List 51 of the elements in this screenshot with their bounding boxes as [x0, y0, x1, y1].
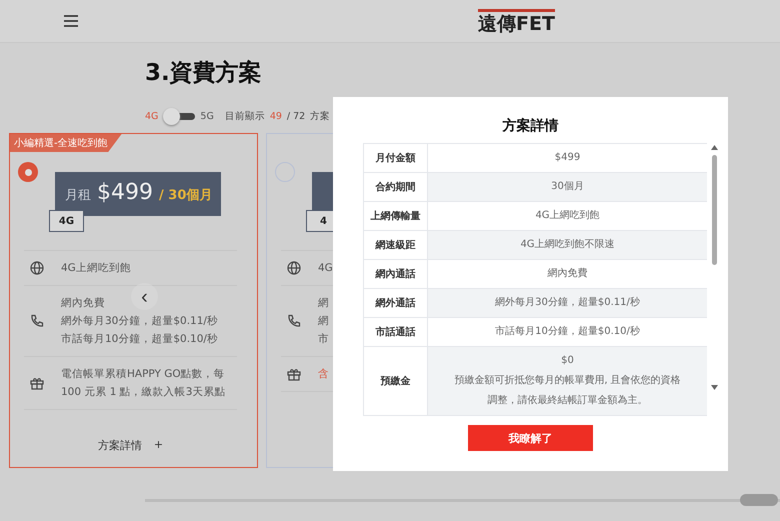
- row-label: 月付金額: [364, 144, 428, 172]
- network-option: 5G: [200, 111, 214, 122]
- confirm-button[interactable]: 我瞭解了: [468, 425, 593, 451]
- row-value: $499: [428, 144, 708, 172]
- showing-label: 目前顯示: [224, 110, 265, 123]
- feature-text: 4G上網吃到飽: [61, 261, 131, 276]
- radio-button[interactable]: [275, 162, 295, 182]
- price-label: 月租: [65, 187, 91, 204]
- phone-icon: [30, 314, 44, 328]
- feature-text: 網內免費: [61, 296, 105, 311]
- menu-icon[interactable]: [64, 15, 78, 27]
- radio-button[interactable]: [18, 162, 38, 182]
- network-option: 4G: [145, 111, 158, 122]
- details-link[interactable]: 方案詳情 +: [98, 438, 164, 453]
- globe-icon: [30, 261, 44, 275]
- contract-term: / 30個月: [159, 187, 212, 204]
- network-toggle[interactable]: [163, 108, 196, 125]
- plan-total: / 72: [286, 111, 306, 122]
- gift-icon: [287, 367, 301, 381]
- scroll-down-icon[interactable]: [711, 385, 718, 391]
- plan-suffix: 方案: [310, 110, 330, 123]
- row-label: 合約期間: [364, 172, 428, 202]
- feature-text: 電信帳單累積HAPPY GO點數，每 100 元累 1 點，繳款入帳3天累點: [61, 367, 226, 400]
- scrollbar-thumb[interactable]: [712, 155, 718, 265]
- logo[interactable]: 遠傳FET: [478, 8, 555, 34]
- plan-badge: 小編精選-全速吃到飽: [10, 134, 122, 152]
- dialog-title: 方案詳情: [502, 117, 558, 135]
- gift-icon: [30, 376, 44, 390]
- feature-text: 4G: [318, 261, 333, 276]
- row-label: 預繳金: [364, 346, 428, 416]
- feature-text: 市話每月10分鐘，超量$0.10/秒: [61, 332, 218, 347]
- globe-icon: [287, 261, 301, 275]
- feature-text: 網外每月30分鐘，超量$0.11/秒: [61, 314, 218, 329]
- scrollbar-thumb[interactable]: [740, 494, 778, 506]
- row-label: 上網傳輸量: [364, 202, 428, 230]
- feature-text: 含: [318, 367, 329, 382]
- feature-text: 市: [318, 332, 329, 347]
- feature-text: 網: [318, 296, 329, 311]
- plan-count: 49: [270, 111, 282, 122]
- network-tag: 4: [306, 210, 333, 232]
- row-label: 市話通話: [364, 318, 428, 346]
- row-label: 網內通話: [364, 260, 428, 288]
- phone-icon: [287, 314, 301, 328]
- row-label: 網外通話: [364, 288, 428, 318]
- price-value: $499: [97, 180, 153, 205]
- feature-text: 網: [318, 314, 329, 329]
- previous-button[interactable]: ‹: [131, 283, 158, 310]
- network-tag: 4G: [49, 210, 84, 232]
- row-label: 網速級距: [364, 230, 428, 260]
- page-title: 3.資費方案: [145, 58, 263, 88]
- scroll-up-icon[interactable]: [711, 145, 718, 151]
